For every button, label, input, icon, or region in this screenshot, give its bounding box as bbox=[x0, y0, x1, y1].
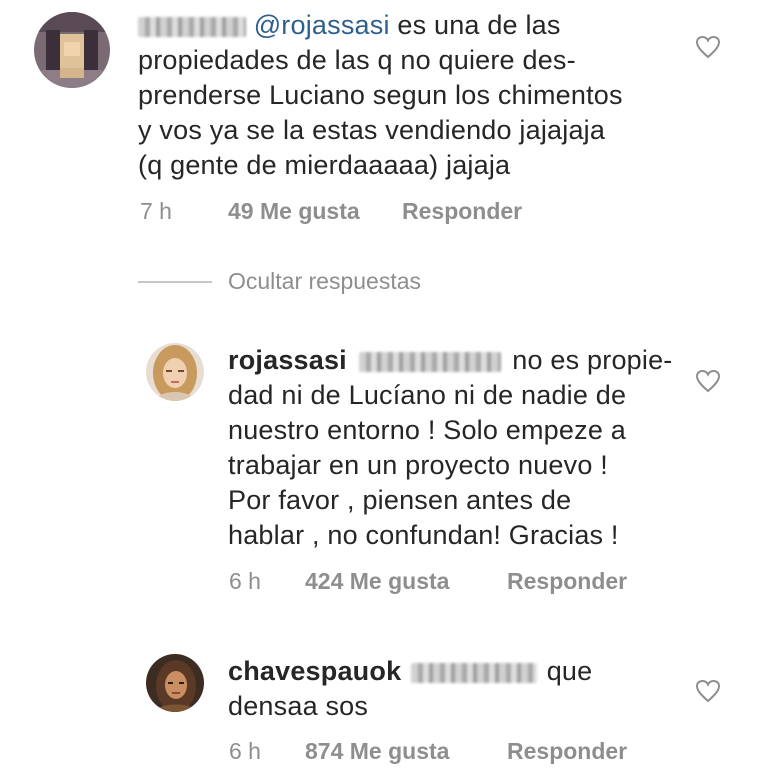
divider bbox=[138, 280, 212, 283]
reply-button[interactable]: Responder bbox=[507, 738, 627, 765]
pixelated-avatar-icon[interactable] bbox=[34, 12, 110, 88]
comment-text-line-5: (q gente de mierdaaaaa) jajaja bbox=[138, 150, 511, 180]
comment-text-line-5: Por favor , piensen antes de bbox=[228, 485, 572, 515]
likes-count[interactable]: 424 Me gusta bbox=[305, 568, 507, 595]
comment-text-line-3: nuestro entorno ! Solo empeze a bbox=[228, 415, 626, 445]
comment-text-line-2: densaa sos bbox=[228, 691, 369, 721]
comment-time: 7 h bbox=[140, 198, 172, 224]
comment-text-line-2: propiedades de las q no quiere des- bbox=[138, 45, 576, 75]
woman-blonde-avatar-icon[interactable] bbox=[146, 343, 204, 401]
likes-count[interactable]: 49 Me gusta bbox=[228, 198, 402, 225]
comment-time: 6 h bbox=[229, 738, 261, 764]
like-heart-icon[interactable] bbox=[695, 369, 721, 393]
comment-text-line-6: hablar , no confundan! Gracias ! bbox=[228, 520, 619, 550]
blurred-mention bbox=[358, 351, 501, 372]
reply-button[interactable]: Responder bbox=[402, 198, 522, 225]
comment-text-line-1: es una de las bbox=[397, 10, 561, 40]
reply-button[interactable]: Responder bbox=[507, 568, 627, 595]
hide-replies-toggle[interactable]: Ocultar respuestas bbox=[138, 268, 421, 295]
mention-link[interactable]: @rojassasi bbox=[254, 10, 390, 40]
username[interactable]: chavespauok bbox=[228, 656, 401, 686]
like-heart-icon[interactable] bbox=[695, 35, 721, 59]
comment-text-line-1: que bbox=[546, 656, 593, 686]
comment-time: 6 h bbox=[229, 568, 261, 594]
comment-text-line-1: no es propie- bbox=[512, 345, 673, 375]
hide-replies-label[interactable]: Ocultar respuestas bbox=[228, 268, 421, 295]
blurred-mention bbox=[411, 662, 537, 683]
comment-text-line-2: dad ni de Lucíano ni de nadie de bbox=[228, 380, 627, 410]
comment-text-line-3: prenderse Luciano segun los chimentos bbox=[138, 80, 623, 110]
blurred-username bbox=[138, 16, 246, 37]
like-heart-icon[interactable] bbox=[695, 679, 721, 703]
comment-text-line-4: y vos ya se la estas vendiendo jajajaja bbox=[138, 115, 606, 145]
likes-count[interactable]: 874 Me gusta bbox=[305, 738, 507, 765]
woman-dark-avatar-icon[interactable] bbox=[146, 654, 204, 712]
comment-text-line-4: trabajar en un proyecto nuevo ! bbox=[228, 450, 608, 480]
username[interactable]: rojassasi bbox=[228, 345, 347, 375]
